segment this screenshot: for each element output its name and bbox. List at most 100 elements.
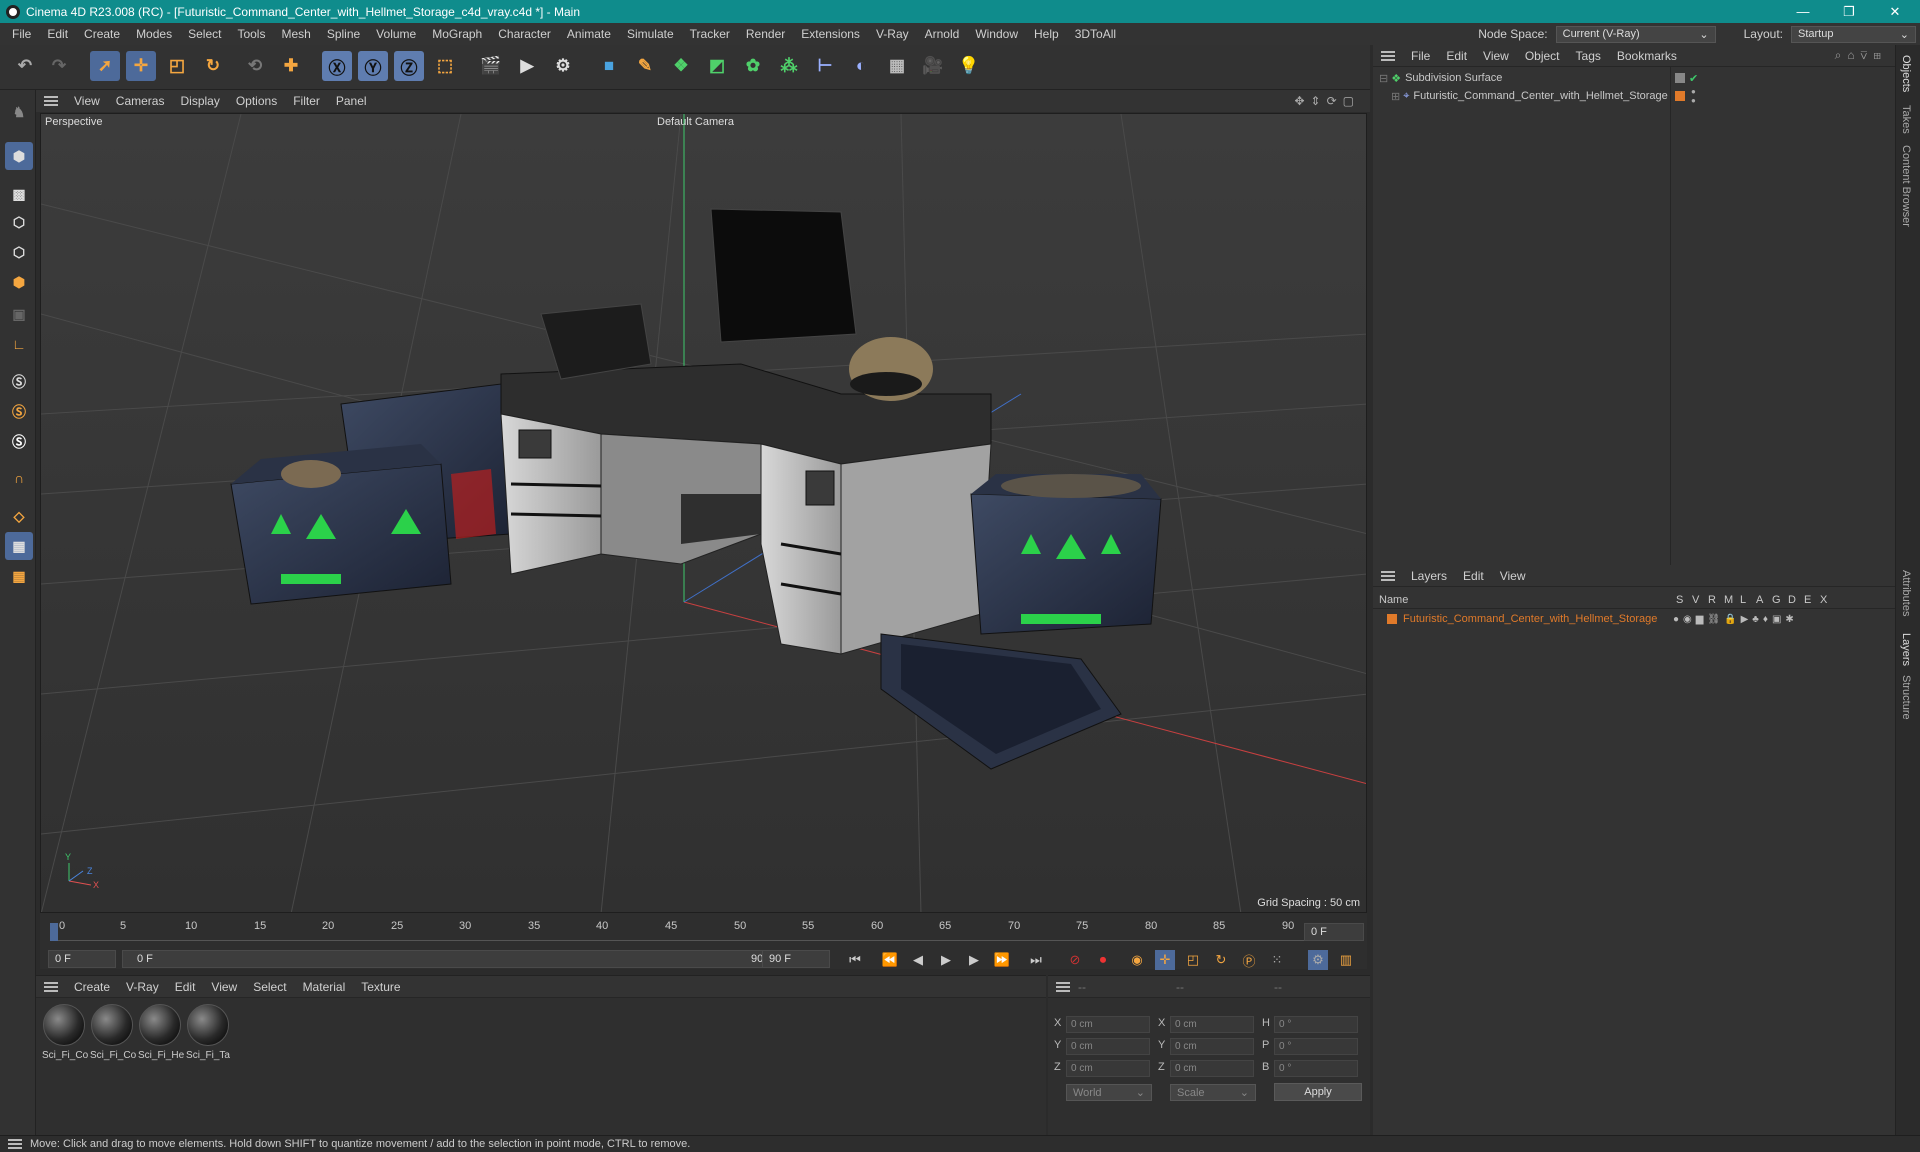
hamburger-icon[interactable]	[8, 1139, 22, 1149]
floor-icon[interactable]: ▦	[882, 51, 912, 81]
menu-tracker[interactable]: Tracker	[682, 27, 738, 41]
viewport-menu-view[interactable]: View	[66, 94, 108, 108]
coordinate-system-icon[interactable]: ⬚	[430, 51, 460, 81]
viewport-menu-cameras[interactable]: Cameras	[108, 94, 173, 108]
position-key-icon[interactable]: ✛	[1155, 950, 1175, 970]
menu-vray[interactable]: V-Ray	[868, 27, 917, 41]
pos-z-field[interactable]: 0 cm	[1066, 1060, 1150, 1077]
menu-help[interactable]: Help	[1026, 27, 1067, 41]
y-axis-lock-icon[interactable]: Ⓨ	[358, 51, 388, 81]
menu-mograph[interactable]: MoGraph	[424, 27, 490, 41]
hamburger-icon[interactable]	[44, 981, 58, 992]
go-to-end-icon[interactable]: ⏭	[1026, 950, 1046, 970]
cube-primitive-icon[interactable]: ■	[594, 51, 624, 81]
recent-tool-icon[interactable]: ⟲	[240, 51, 270, 81]
pos-y-field[interactable]: 0 cm	[1066, 1038, 1150, 1055]
record-keys-icon[interactable]: ⊘	[1065, 950, 1085, 970]
node-space-dropdown[interactable]: Current (V-Ray) ⌄	[1555, 25, 1716, 43]
previous-key-icon[interactable]: ⏪	[880, 950, 900, 970]
object-menu-file[interactable]: File	[1403, 49, 1438, 63]
size-z-field[interactable]: 0 cm	[1170, 1060, 1254, 1077]
viewport-menu-panel[interactable]: Panel	[328, 94, 375, 108]
object-search-filter-icons[interactable]: ⌕⌂⊽⊞	[1835, 48, 1887, 63]
create-tool-icon[interactable]: ✚	[276, 51, 306, 81]
hamburger-icon[interactable]	[1056, 981, 1070, 992]
menu-arnold[interactable]: Arnold	[917, 27, 968, 41]
layer-flag-icons[interactable]: ●◉▆⛓🔒▶♣♦▣✱	[1673, 614, 1798, 625]
layer-color-chip[interactable]	[1387, 614, 1397, 624]
object-menu-object[interactable]: Object	[1517, 49, 1568, 63]
timeline-settings-icon[interactable]: ⚙	[1308, 950, 1328, 970]
menu-edit[interactable]: Edit	[39, 27, 76, 41]
tab-content-browser[interactable]: Content Browser	[1900, 145, 1912, 227]
points-mode-icon[interactable]: ⬡	[5, 208, 33, 236]
material-menu-select[interactable]: Select	[245, 980, 294, 994]
apply-button[interactable]: Apply	[1274, 1083, 1362, 1101]
timeline-ruler[interactable]: 0 5 10 15 20 25 30 35 40 45 50 55 60 65 …	[40, 913, 1367, 949]
tab-attributes[interactable]: Attributes	[1900, 570, 1912, 616]
3d-viewport[interactable]: Perspective Default Camera Grid Spacing …	[40, 113, 1367, 913]
viewport-menu-filter[interactable]: Filter	[285, 94, 328, 108]
render-view-icon[interactable]: 🎬	[476, 51, 506, 81]
material-swatch[interactable]: Sci_Fi_Co	[90, 1004, 136, 1061]
viewport-nav-icons[interactable]: ✥⇕⟳▢	[1294, 94, 1360, 108]
pos-x-field[interactable]: 0 cm	[1066, 1016, 1150, 1033]
size-x-field[interactable]: 0 cm	[1170, 1016, 1254, 1033]
coord-mode-dropdown[interactable]: World ⌄	[1066, 1084, 1152, 1101]
object-row[interactable]: ⊞ ⌖ Futuristic_Command_Center_with_Hellm…	[1373, 87, 1895, 105]
menu-extensions[interactable]: Extensions	[793, 27, 868, 41]
snap-white-s-icon[interactable]: Ⓢ	[5, 428, 33, 456]
z-axis-lock-icon[interactable]: Ⓩ	[394, 51, 424, 81]
menu-file[interactable]: File	[4, 27, 39, 41]
timeline-window-icon[interactable]: ▥	[1336, 950, 1356, 970]
material-swatch[interactable]: Sci_Fi_Ta	[186, 1004, 230, 1061]
render-to-picture-viewer-icon[interactable]: ▶	[512, 51, 542, 81]
tree-expand-icon[interactable]: ⊟	[1379, 72, 1388, 85]
object-menu-edit[interactable]: Edit	[1438, 49, 1475, 63]
previous-frame-icon[interactable]: ◀	[908, 950, 928, 970]
move-tool-icon[interactable]: ✛	[126, 51, 156, 81]
object-row[interactable]: ⊟ ❖ Subdivision Surface ✔	[1373, 69, 1895, 87]
close-button[interactable]: ✕	[1872, 0, 1918, 23]
make-editable-icon[interactable]: ♞	[5, 98, 33, 126]
camera-icon[interactable]: 🎥	[918, 51, 948, 81]
visibility-dots-icon[interactable]: ● ●	[1691, 87, 1696, 105]
grid-icon[interactable]: ▦	[5, 532, 33, 560]
material-swatch[interactable]: Sci_Fi_He	[138, 1004, 184, 1061]
play-icon[interactable]: ▶	[936, 950, 956, 970]
menu-character[interactable]: Character	[490, 27, 559, 41]
rot-b-field[interactable]: 0 °	[1274, 1060, 1358, 1077]
redo-icon[interactable]: ↷	[44, 51, 74, 81]
layout-dropdown[interactable]: Startup ⌄	[1791, 25, 1916, 43]
current-frame-field[interactable]: 0 F	[1304, 923, 1364, 941]
layer-row[interactable]: Futuristic_Command_Center_with_Hellmet_S…	[1373, 610, 1895, 628]
material-menu-create[interactable]: Create	[66, 980, 118, 994]
texture-mode-icon[interactable]: ▩	[5, 180, 33, 208]
end-frame-field[interactable]: 90 F	[762, 950, 830, 968]
menu-tools[interactable]: Tools	[229, 27, 273, 41]
layer-menu-edit[interactable]: Edit	[1455, 569, 1492, 583]
autokey-icon[interactable]: ⏺	[1093, 950, 1113, 970]
polygons-mode-icon[interactable]: ⬢	[5, 268, 33, 296]
hamburger-icon[interactable]	[1381, 50, 1395, 61]
enabled-check-icon[interactable]: ✔	[1689, 72, 1698, 85]
playhead[interactable]	[50, 923, 58, 941]
menu-modes[interactable]: Modes	[128, 27, 180, 41]
x-axis-lock-icon[interactable]: Ⓧ	[322, 51, 352, 81]
hamburger-icon[interactable]	[1381, 570, 1395, 581]
rotation-key-icon[interactable]: ↻	[1211, 950, 1231, 970]
viewport-menu-display[interactable]: Display	[172, 94, 227, 108]
rot-h-field[interactable]: 0 °	[1274, 1016, 1358, 1033]
snap-s-icon[interactable]: Ⓢ	[5, 368, 33, 396]
go-to-start-icon[interactable]: ⏮	[845, 950, 865, 970]
next-frame-icon[interactable]: ▶	[964, 950, 984, 970]
tab-layers[interactable]: Layers	[1900, 633, 1912, 666]
pla-key-icon[interactable]: ⁙	[1267, 950, 1287, 970]
material-swatch[interactable]: Sci_Fi_Co	[42, 1004, 88, 1061]
subdivision-surface-icon[interactable]: ❖	[666, 51, 696, 81]
scale-tool-icon[interactable]: ◰	[162, 51, 192, 81]
material-menu-material[interactable]: Material	[295, 980, 354, 994]
scale-key-icon[interactable]: ◰	[1183, 950, 1203, 970]
menu-window[interactable]: Window	[967, 27, 1026, 41]
keyframe-selection-icon[interactable]: ◉	[1127, 950, 1147, 970]
